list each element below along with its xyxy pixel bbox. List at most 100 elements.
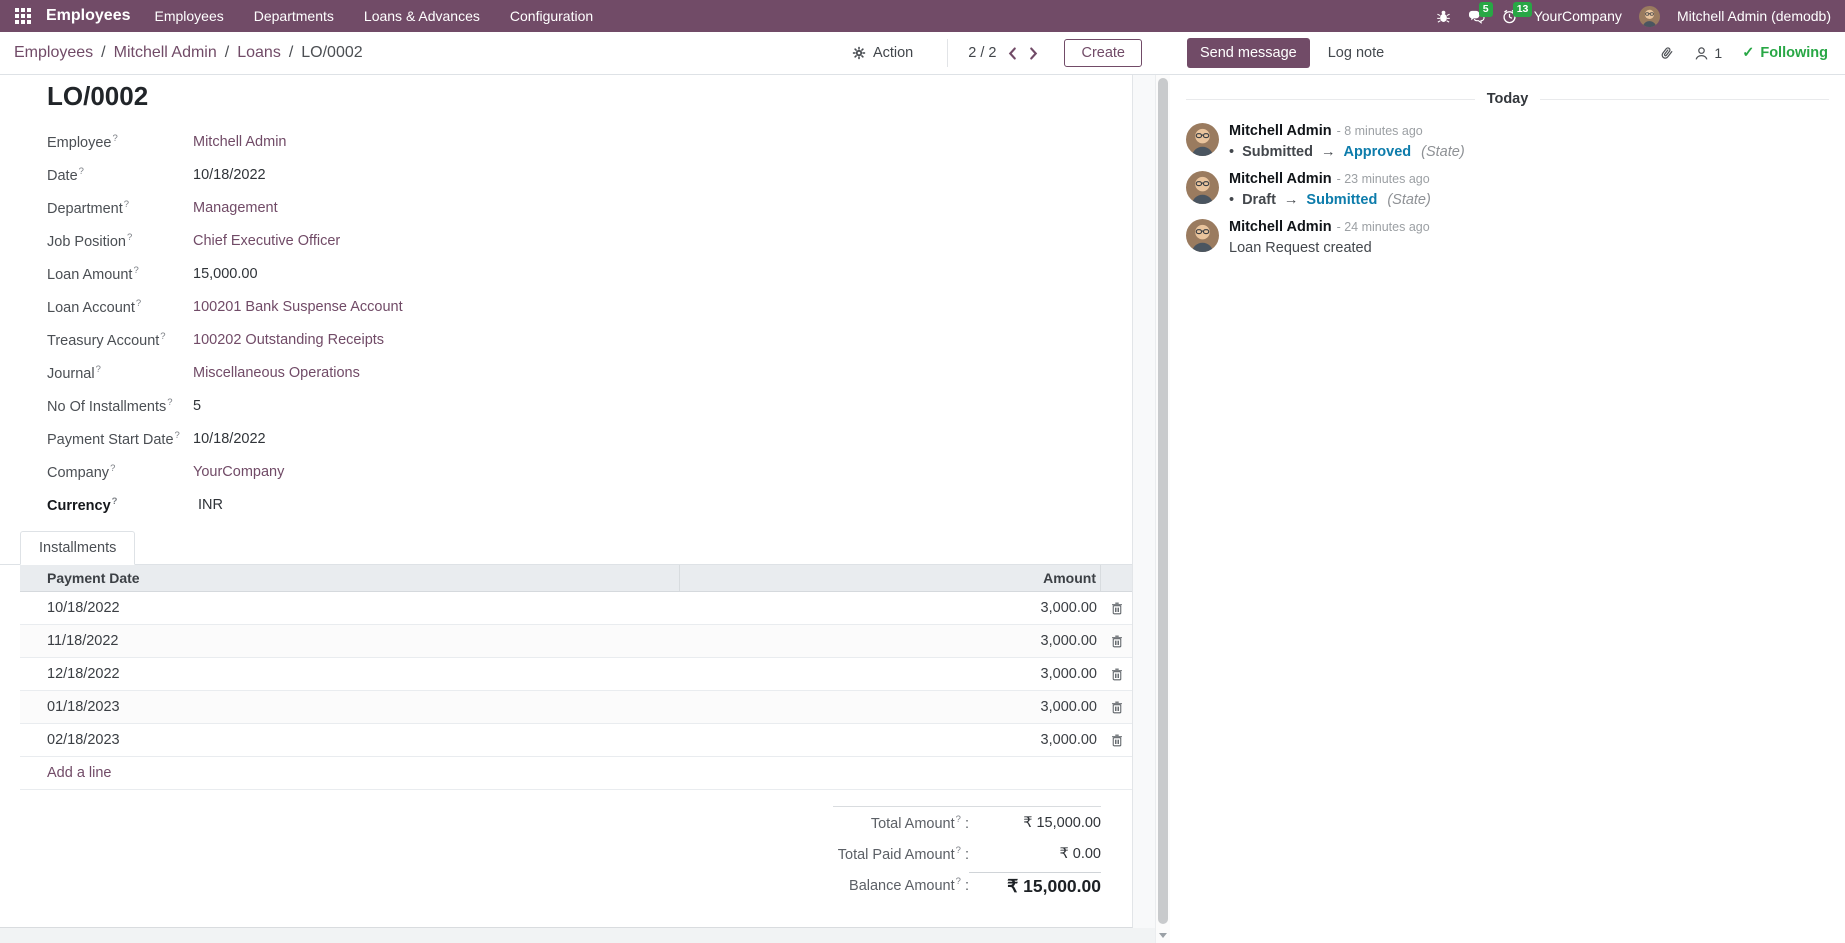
apps-menu-button[interactable] bbox=[0, 8, 46, 24]
chatter-topbar-right: 1 ✓ Following bbox=[1659, 45, 1828, 61]
attachment-paperclip-icon[interactable] bbox=[1659, 45, 1674, 61]
table-row[interactable]: 01/18/20233,000.00 bbox=[20, 691, 1132, 724]
column-header-amount[interactable]: Amount bbox=[680, 565, 1101, 591]
cell-amount[interactable]: 3,000.00 bbox=[680, 633, 1101, 649]
action-label: Action bbox=[873, 45, 913, 61]
total-row: Total Amount? :₹ 15,000.00 bbox=[833, 806, 1101, 838]
chatter-toolbar: Send message Log note 1 ✓ Following bbox=[1170, 32, 1845, 75]
breadcrumb-link[interactable]: Employees bbox=[14, 44, 93, 62]
field-value[interactable]: 100201 Bank Suspense Account bbox=[193, 299, 403, 315]
tracking-new-value: Submitted bbox=[1306, 192, 1377, 208]
table-row[interactable]: 12/18/20223,000.00 bbox=[20, 658, 1132, 691]
nav-menu-item-departments[interactable]: Departments bbox=[254, 8, 334, 24]
cell-amount[interactable]: 3,000.00 bbox=[680, 699, 1101, 715]
table-row[interactable]: 02/18/20233,000.00 bbox=[20, 724, 1132, 757]
table-body: 10/18/20223,000.0011/18/20223,000.0012/1… bbox=[20, 592, 1132, 757]
message-author-avatar bbox=[1186, 123, 1219, 156]
breadcrumb-current: LO/0002 bbox=[301, 44, 362, 62]
followers-button[interactable]: 1 bbox=[1694, 45, 1722, 61]
tab-installments[interactable]: Installments bbox=[20, 531, 135, 565]
cell-payment-date[interactable]: 10/18/2022 bbox=[20, 600, 680, 616]
delete-row-button[interactable] bbox=[1101, 635, 1132, 648]
following-button[interactable]: ✓ Following bbox=[1742, 45, 1828, 61]
date-divider: Today bbox=[1186, 91, 1829, 107]
vertical-scrollbar[interactable] bbox=[1155, 75, 1170, 943]
field-value[interactable]: Miscellaneous Operations bbox=[193, 365, 360, 381]
cell-payment-date[interactable]: 02/18/2023 bbox=[20, 732, 680, 748]
add-a-line-link[interactable]: Add a line bbox=[20, 765, 112, 781]
total-label: Balance Amount? : bbox=[849, 876, 969, 894]
user-avatar[interactable] bbox=[1639, 6, 1660, 27]
cell-payment-date[interactable]: 11/18/2022 bbox=[20, 633, 680, 649]
column-header-payment-date[interactable]: Payment Date bbox=[20, 565, 680, 591]
field-help-marker: ? bbox=[79, 166, 84, 177]
log-note-button[interactable]: Log note bbox=[1328, 45, 1384, 61]
message-author-name[interactable]: Mitchell Admin bbox=[1229, 219, 1332, 235]
company-switcher[interactable]: YourCompany bbox=[1534, 8, 1622, 24]
cell-amount[interactable]: 3,000.00 bbox=[680, 666, 1101, 682]
send-message-button[interactable]: Send message bbox=[1187, 38, 1310, 68]
nav-menu-item-loans-advances[interactable]: Loans & Advances bbox=[364, 8, 480, 24]
debug-bug-icon[interactable] bbox=[1436, 9, 1451, 24]
field-help-marker: ? bbox=[160, 331, 165, 342]
field-label-text: Employee bbox=[47, 134, 111, 150]
table-row[interactable]: 11/18/20223,000.00 bbox=[20, 625, 1132, 658]
field-label: Loan Amount? bbox=[47, 265, 193, 283]
message-author-name[interactable]: Mitchell Admin bbox=[1229, 123, 1332, 139]
table-row[interactable]: 10/18/20223,000.00 bbox=[20, 592, 1132, 625]
field-label: Loan Account? bbox=[47, 298, 193, 316]
messages-list: Mitchell Admin- 8 minutes ago•Submitted→… bbox=[1186, 123, 1829, 256]
delete-row-button[interactable] bbox=[1101, 734, 1132, 747]
app-name[interactable]: Employees bbox=[46, 7, 130, 25]
sheet-bottom-gutter bbox=[0, 928, 1155, 943]
column-header-delete bbox=[1101, 565, 1132, 591]
field-value[interactable]: Management bbox=[193, 200, 278, 216]
messages-icon[interactable]: 5 bbox=[1468, 9, 1485, 24]
nav-menu-item-employees[interactable]: Employees bbox=[154, 8, 223, 24]
arrow-right-icon: → bbox=[1284, 192, 1299, 208]
cell-amount[interactable]: 3,000.00 bbox=[680, 600, 1101, 616]
systray: 5 13 YourCompany Mitchell Admin (demodb) bbox=[1436, 6, 1845, 27]
field-value[interactable]: Chief Executive Officer bbox=[193, 233, 340, 249]
form-field-row: Payment Start Date?10/18/2022 bbox=[47, 422, 1132, 455]
tracking-field-name: (State) bbox=[1387, 192, 1431, 208]
message-author-name[interactable]: Mitchell Admin bbox=[1229, 171, 1332, 187]
delete-row-button[interactable] bbox=[1101, 701, 1132, 714]
trash-icon bbox=[1111, 635, 1123, 648]
total-row: Balance Amount? :₹ 15,000.00 bbox=[833, 869, 1101, 900]
message-thread: Today Mitchell Admin- 8 minutes ago•Subm… bbox=[1170, 75, 1845, 943]
breadcrumb-link[interactable]: Mitchell Admin bbox=[114, 44, 217, 62]
activities-clock-icon[interactable]: 13 bbox=[1502, 9, 1517, 24]
scrollbar-thumb[interactable] bbox=[1158, 78, 1168, 924]
breadcrumb-separator: / bbox=[289, 44, 293, 62]
field-label: Department? bbox=[47, 199, 193, 217]
form-field-row: Currency?INR bbox=[47, 488, 1132, 521]
scrollbar-down-arrow[interactable] bbox=[1159, 933, 1167, 938]
field-value[interactable]: YourCompany bbox=[193, 464, 284, 480]
field-help-marker: ? bbox=[133, 265, 138, 276]
field-label: Journal? bbox=[47, 364, 193, 382]
cell-payment-date[interactable]: 12/18/2022 bbox=[20, 666, 680, 682]
field-value[interactable]: Mitchell Admin bbox=[193, 134, 286, 150]
field-value[interactable]: 100202 Outstanding Receipts bbox=[193, 332, 384, 348]
field-value: 15,000.00 bbox=[193, 266, 258, 282]
field-value: INR bbox=[193, 497, 223, 513]
message: Mitchell Admin- 8 minutes ago•Submitted→… bbox=[1186, 123, 1829, 160]
field-label-text: Loan Amount bbox=[47, 266, 132, 282]
cell-payment-date[interactable]: 01/18/2023 bbox=[20, 699, 680, 715]
delete-row-button[interactable] bbox=[1101, 602, 1132, 615]
total-label: Total Amount? : bbox=[871, 814, 969, 832]
sheet-column: LO/0002 Employee?Mitchell AdminDate?10/1… bbox=[0, 75, 1155, 943]
cell-amount[interactable]: 3,000.00 bbox=[680, 732, 1101, 748]
breadcrumb-link[interactable]: Loans bbox=[237, 44, 281, 62]
pager-next-icon[interactable] bbox=[1029, 47, 1038, 60]
message-timestamp: - 8 minutes ago bbox=[1337, 124, 1423, 138]
nav-menu-item-configuration[interactable]: Configuration bbox=[510, 8, 593, 24]
pager-previous-icon[interactable] bbox=[1008, 47, 1017, 60]
create-button[interactable]: Create bbox=[1064, 39, 1142, 67]
field-label-text: Treasury Account bbox=[47, 332, 159, 348]
delete-row-button[interactable] bbox=[1101, 668, 1132, 681]
form-content: LO/0002 Employee?Mitchell AdminDate?10/1… bbox=[0, 75, 1170, 943]
user-menu[interactable]: Mitchell Admin (demodb) bbox=[1677, 8, 1831, 24]
action-button[interactable]: Action bbox=[852, 45, 913, 61]
